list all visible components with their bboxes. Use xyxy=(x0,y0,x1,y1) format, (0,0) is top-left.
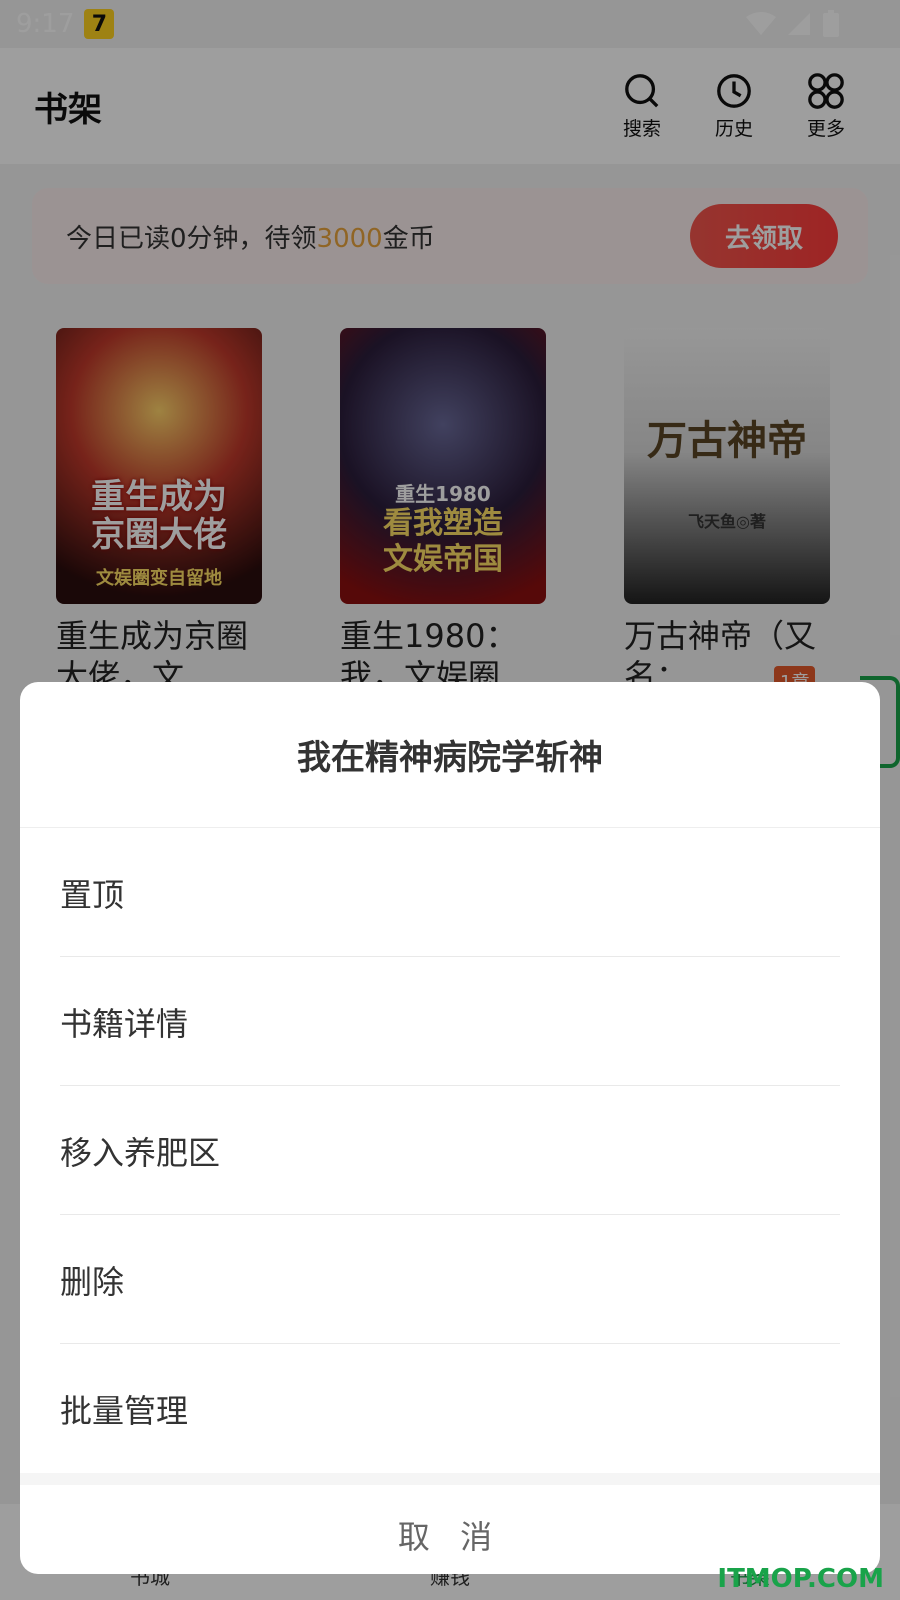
menu-item-move-to-fatten[interactable]: 移入养肥区 xyxy=(20,1086,880,1215)
menu-item-batch-manage[interactable]: 批量管理 xyxy=(20,1344,880,1473)
book-action-sheet: 我在精神病院学斩神 置顶 书籍详情 移入养肥区 删除 批量管理 取 消 xyxy=(20,682,880,1574)
menu-item-pin-top[interactable]: 置顶 xyxy=(20,828,880,957)
watermark: ITMOP.COM xyxy=(717,1564,884,1594)
divider xyxy=(20,1473,880,1485)
menu-item-delete[interactable]: 删除 xyxy=(20,1215,880,1344)
menu-item-book-details[interactable]: 书籍详情 xyxy=(20,957,880,1086)
sheet-title: 我在精神病院学斩神 xyxy=(20,682,880,828)
cancel-button[interactable]: 取 消 xyxy=(20,1485,880,1574)
